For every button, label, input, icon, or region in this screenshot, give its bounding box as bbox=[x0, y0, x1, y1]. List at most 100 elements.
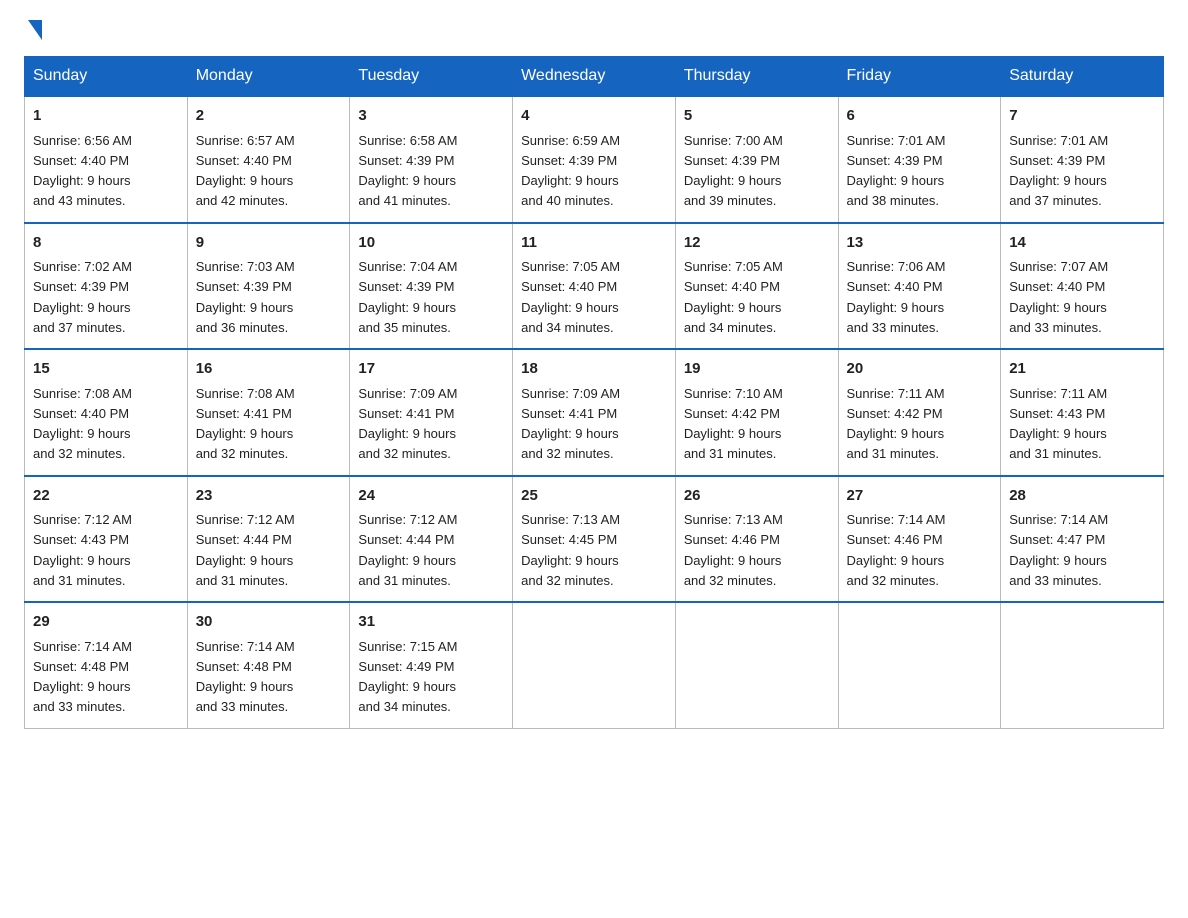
calendar-cell: 20 Sunrise: 7:11 AMSunset: 4:42 PMDaylig… bbox=[838, 349, 1001, 476]
week-row-2: 8 Sunrise: 7:02 AMSunset: 4:39 PMDayligh… bbox=[25, 223, 1164, 350]
header-friday: Friday bbox=[838, 57, 1001, 97]
calendar-cell: 25 Sunrise: 7:13 AMSunset: 4:45 PMDaylig… bbox=[513, 476, 676, 603]
calendar-cell: 15 Sunrise: 7:08 AMSunset: 4:40 PMDaylig… bbox=[25, 349, 188, 476]
day-info: Sunrise: 7:15 AMSunset: 4:49 PMDaylight:… bbox=[358, 639, 457, 715]
calendar-cell: 14 Sunrise: 7:07 AMSunset: 4:40 PMDaylig… bbox=[1001, 223, 1164, 350]
calendar-cell bbox=[838, 602, 1001, 728]
header-sunday: Sunday bbox=[25, 57, 188, 97]
week-row-4: 22 Sunrise: 7:12 AMSunset: 4:43 PMDaylig… bbox=[25, 476, 1164, 603]
header-saturday: Saturday bbox=[1001, 57, 1164, 97]
page-header bbox=[24, 24, 1164, 40]
day-number: 8 bbox=[33, 232, 179, 255]
day-info: Sunrise: 7:02 AMSunset: 4:39 PMDaylight:… bbox=[33, 259, 132, 335]
day-number: 15 bbox=[33, 358, 179, 381]
day-info: Sunrise: 7:06 AMSunset: 4:40 PMDaylight:… bbox=[847, 259, 946, 335]
day-info: Sunrise: 7:13 AMSunset: 4:46 PMDaylight:… bbox=[684, 512, 783, 588]
day-info: Sunrise: 7:05 AMSunset: 4:40 PMDaylight:… bbox=[521, 259, 620, 335]
day-info: Sunrise: 7:13 AMSunset: 4:45 PMDaylight:… bbox=[521, 512, 620, 588]
calendar-cell: 17 Sunrise: 7:09 AMSunset: 4:41 PMDaylig… bbox=[350, 349, 513, 476]
day-number: 18 bbox=[521, 358, 667, 381]
calendar-cell bbox=[1001, 602, 1164, 728]
day-number: 26 bbox=[684, 485, 830, 508]
day-number: 14 bbox=[1009, 232, 1155, 255]
calendar-cell: 6 Sunrise: 7:01 AMSunset: 4:39 PMDayligh… bbox=[838, 96, 1001, 223]
day-number: 31 bbox=[358, 611, 504, 634]
day-number: 21 bbox=[1009, 358, 1155, 381]
calendar-cell: 16 Sunrise: 7:08 AMSunset: 4:41 PMDaylig… bbox=[187, 349, 350, 476]
day-info: Sunrise: 6:58 AMSunset: 4:39 PMDaylight:… bbox=[358, 133, 457, 209]
logo-triangle-icon bbox=[28, 20, 42, 40]
day-number: 2 bbox=[196, 105, 342, 128]
day-info: Sunrise: 7:09 AMSunset: 4:41 PMDaylight:… bbox=[358, 386, 457, 462]
day-number: 29 bbox=[33, 611, 179, 634]
calendar-cell: 1 Sunrise: 6:56 AMSunset: 4:40 PMDayligh… bbox=[25, 96, 188, 223]
calendar-cell: 8 Sunrise: 7:02 AMSunset: 4:39 PMDayligh… bbox=[25, 223, 188, 350]
day-info: Sunrise: 7:01 AMSunset: 4:39 PMDaylight:… bbox=[847, 133, 946, 209]
day-info: Sunrise: 7:08 AMSunset: 4:40 PMDaylight:… bbox=[33, 386, 132, 462]
week-row-5: 29 Sunrise: 7:14 AMSunset: 4:48 PMDaylig… bbox=[25, 602, 1164, 728]
calendar-cell: 19 Sunrise: 7:10 AMSunset: 4:42 PMDaylig… bbox=[675, 349, 838, 476]
day-number: 3 bbox=[358, 105, 504, 128]
calendar-cell: 7 Sunrise: 7:01 AMSunset: 4:39 PMDayligh… bbox=[1001, 96, 1164, 223]
day-number: 4 bbox=[521, 105, 667, 128]
day-number: 5 bbox=[684, 105, 830, 128]
day-number: 12 bbox=[684, 232, 830, 255]
calendar-cell: 3 Sunrise: 6:58 AMSunset: 4:39 PMDayligh… bbox=[350, 96, 513, 223]
calendar-cell: 21 Sunrise: 7:11 AMSunset: 4:43 PMDaylig… bbox=[1001, 349, 1164, 476]
day-info: Sunrise: 7:14 AMSunset: 4:46 PMDaylight:… bbox=[847, 512, 946, 588]
calendar-cell: 26 Sunrise: 7:13 AMSunset: 4:46 PMDaylig… bbox=[675, 476, 838, 603]
day-number: 22 bbox=[33, 485, 179, 508]
day-number: 9 bbox=[196, 232, 342, 255]
day-number: 11 bbox=[521, 232, 667, 255]
day-info: Sunrise: 7:10 AMSunset: 4:42 PMDaylight:… bbox=[684, 386, 783, 462]
day-info: Sunrise: 7:03 AMSunset: 4:39 PMDaylight:… bbox=[196, 259, 295, 335]
day-info: Sunrise: 6:56 AMSunset: 4:40 PMDaylight:… bbox=[33, 133, 132, 209]
day-info: Sunrise: 7:14 AMSunset: 4:47 PMDaylight:… bbox=[1009, 512, 1108, 588]
day-number: 10 bbox=[358, 232, 504, 255]
day-info: Sunrise: 7:12 AMSunset: 4:43 PMDaylight:… bbox=[33, 512, 132, 588]
calendar-cell: 28 Sunrise: 7:14 AMSunset: 4:47 PMDaylig… bbox=[1001, 476, 1164, 603]
day-info: Sunrise: 6:57 AMSunset: 4:40 PMDaylight:… bbox=[196, 133, 295, 209]
day-number: 24 bbox=[358, 485, 504, 508]
day-info: Sunrise: 7:07 AMSunset: 4:40 PMDaylight:… bbox=[1009, 259, 1108, 335]
calendar-cell: 13 Sunrise: 7:06 AMSunset: 4:40 PMDaylig… bbox=[838, 223, 1001, 350]
calendar-cell: 27 Sunrise: 7:14 AMSunset: 4:46 PMDaylig… bbox=[838, 476, 1001, 603]
day-number: 20 bbox=[847, 358, 993, 381]
day-info: Sunrise: 7:11 AMSunset: 4:43 PMDaylight:… bbox=[1009, 386, 1107, 462]
calendar-cell: 11 Sunrise: 7:05 AMSunset: 4:40 PMDaylig… bbox=[513, 223, 676, 350]
day-info: Sunrise: 7:14 AMSunset: 4:48 PMDaylight:… bbox=[196, 639, 295, 715]
day-info: Sunrise: 6:59 AMSunset: 4:39 PMDaylight:… bbox=[521, 133, 620, 209]
calendar-cell: 23 Sunrise: 7:12 AMSunset: 4:44 PMDaylig… bbox=[187, 476, 350, 603]
calendar-cell: 9 Sunrise: 7:03 AMSunset: 4:39 PMDayligh… bbox=[187, 223, 350, 350]
day-number: 7 bbox=[1009, 105, 1155, 128]
calendar-cell: 12 Sunrise: 7:05 AMSunset: 4:40 PMDaylig… bbox=[675, 223, 838, 350]
header-wednesday: Wednesday bbox=[513, 57, 676, 97]
day-info: Sunrise: 7:04 AMSunset: 4:39 PMDaylight:… bbox=[358, 259, 457, 335]
week-row-1: 1 Sunrise: 6:56 AMSunset: 4:40 PMDayligh… bbox=[25, 96, 1164, 223]
day-info: Sunrise: 7:01 AMSunset: 4:39 PMDaylight:… bbox=[1009, 133, 1108, 209]
day-info: Sunrise: 7:14 AMSunset: 4:48 PMDaylight:… bbox=[33, 639, 132, 715]
day-number: 19 bbox=[684, 358, 830, 381]
calendar-table: SundayMondayTuesdayWednesdayThursdayFrid… bbox=[24, 56, 1164, 729]
logo bbox=[24, 24, 42, 40]
day-info: Sunrise: 7:11 AMSunset: 4:42 PMDaylight:… bbox=[847, 386, 945, 462]
day-number: 27 bbox=[847, 485, 993, 508]
calendar-cell: 2 Sunrise: 6:57 AMSunset: 4:40 PMDayligh… bbox=[187, 96, 350, 223]
day-info: Sunrise: 7:09 AMSunset: 4:41 PMDaylight:… bbox=[521, 386, 620, 462]
calendar-cell bbox=[675, 602, 838, 728]
day-number: 17 bbox=[358, 358, 504, 381]
day-number: 25 bbox=[521, 485, 667, 508]
calendar-cell: 22 Sunrise: 7:12 AMSunset: 4:43 PMDaylig… bbox=[25, 476, 188, 603]
calendar-cell: 29 Sunrise: 7:14 AMSunset: 4:48 PMDaylig… bbox=[25, 602, 188, 728]
day-info: Sunrise: 7:08 AMSunset: 4:41 PMDaylight:… bbox=[196, 386, 295, 462]
calendar-cell bbox=[513, 602, 676, 728]
calendar-cell: 31 Sunrise: 7:15 AMSunset: 4:49 PMDaylig… bbox=[350, 602, 513, 728]
calendar-cell: 30 Sunrise: 7:14 AMSunset: 4:48 PMDaylig… bbox=[187, 602, 350, 728]
calendar-cell: 10 Sunrise: 7:04 AMSunset: 4:39 PMDaylig… bbox=[350, 223, 513, 350]
calendar-cell: 5 Sunrise: 7:00 AMSunset: 4:39 PMDayligh… bbox=[675, 96, 838, 223]
calendar-header-row: SundayMondayTuesdayWednesdayThursdayFrid… bbox=[25, 57, 1164, 97]
calendar-cell: 18 Sunrise: 7:09 AMSunset: 4:41 PMDaylig… bbox=[513, 349, 676, 476]
day-number: 16 bbox=[196, 358, 342, 381]
day-number: 1 bbox=[33, 105, 179, 128]
header-thursday: Thursday bbox=[675, 57, 838, 97]
